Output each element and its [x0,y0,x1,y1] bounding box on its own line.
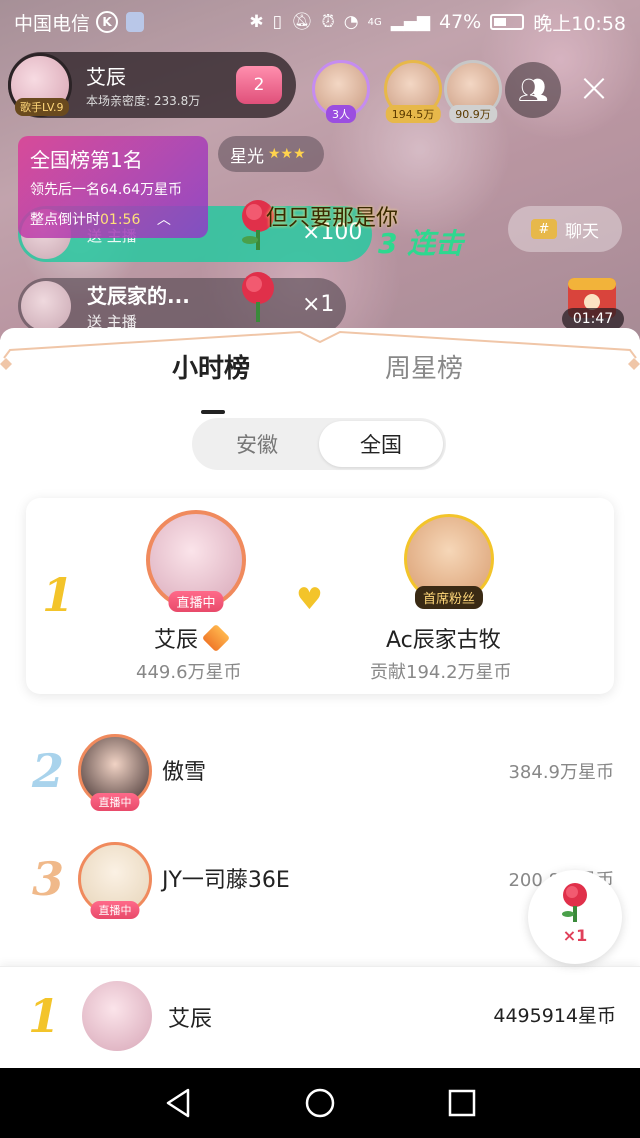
gift-quantity: ×1 [562,926,588,945]
rank-card-countdown: 整点倒计时01:56 ︿ [30,209,196,229]
streamer-name: JY一司藤36E [162,868,290,893]
gift-multiplier: ×1 [302,292,335,317]
people-icon: 👥︎ [517,76,549,104]
network-type: 4G [367,16,382,28]
host-name: 艾辰 [86,65,126,89]
rank-number: 3 [32,852,65,906]
streamer-avatar[interactable]: 直播中 [78,734,152,811]
tab-weekly-star[interactable]: 周星榜 [385,348,463,385]
heart-count: 2 [253,75,265,95]
streamer-coins: 384.9万星币 [508,762,614,783]
tab-underline [201,410,225,414]
close-icon[interactable]: × [574,68,614,108]
gift-banner: 艾辰家的... 送 主播 [18,278,346,334]
chevron-up-icon[interactable]: ︿ [157,212,171,228]
my-avatar[interactable] [82,981,152,1051]
rank-number: 1 [28,989,61,1043]
hash-icon: # [531,219,557,239]
top-fan-badge: 首席粉丝 [414,586,484,609]
battery-percent: 47% [439,11,482,33]
send-gift-button[interactable]: ×1 [528,870,622,964]
recents-icon[interactable] [445,1086,479,1120]
countdown-time: 01:56 [100,212,141,228]
viewer-count: 3人 [326,105,356,123]
home-icon[interactable] [303,1086,337,1120]
rose-gift-icon [242,272,274,322]
clock: 晚上10:58 [533,12,626,35]
chat-button[interactable]: # 聊天 [508,206,622,252]
battery-icon [490,14,525,30]
top-rank-card[interactable]: 1 直播中 艾辰 449.6万星币 ♥ 首席粉丝 Ac辰家古牧 贡献194.2万… [26,498,614,694]
live-badge: 直播中 [90,901,140,919]
live-badge: 直播中 [168,591,224,612]
viewer-avatar[interactable]: 194.5万 [384,60,442,123]
wifi-icon: ◔ [343,12,359,32]
rose-icon [562,883,587,922]
host-name-text: 艾辰 [154,628,199,653]
top-fan-avatar[interactable]: 首席粉丝 [404,514,494,609]
carrier-k-icon: K [96,11,119,33]
list-item[interactable]: 2 直播中 傲雪 384.9万星币 [0,724,640,824]
chat-button-label: 聊天 [565,221,599,242]
top-fan-name: Ac辰家古牧 [386,628,501,653]
host-avatar[interactable]: 直播中 [146,510,246,612]
host-info-pill[interactable]: 歌手LV.9 艾辰 本场亲密度: 233.8万 2 [8,52,296,118]
treasure-timer: 01:47 [562,308,624,330]
alarm-icon: ⏰︎ [321,12,335,32]
rank-card[interactable]: 全国榜第1名 领先后一名64.64万星币 整点倒计时01:56 ︿ [18,136,208,238]
region-toggle: 安徽 全国 [192,418,446,470]
my-rank-row[interactable]: 1 艾辰 4495914星币 [0,966,640,1068]
ranking-tabs: 小时榜 周星榜 [0,348,640,414]
live-badge: 直播中 [90,793,140,811]
streamer-name: 傲雪 [162,760,207,785]
countdown-label: 整点倒计时 [30,212,100,228]
host-level-badge: 歌手LV.9 [15,98,69,116]
vibrate-icon: ▯ [272,12,282,32]
starlight-label: 星光 [230,146,264,167]
rank-number: 2 [32,744,65,798]
host-name: 艾辰 [154,622,231,654]
viewer-contribution: 194.5万 [385,105,441,123]
viewer-avatar[interactable]: 90.9万 [444,60,502,123]
starlight-badge[interactable]: 星光 ★★★ [218,136,324,172]
bluetooth-icon: ✱ [249,12,264,32]
region-option-anhui[interactable]: 安徽 [195,421,319,467]
host-avatar[interactable]: 歌手LV.9 [8,53,72,117]
rank-number: 1 [42,568,75,622]
region-option-national[interactable]: 全国 [319,421,443,467]
lyric-text: 但只要那是你 [266,206,399,231]
system-nav-bar [0,1068,640,1138]
viewer-avatar[interactable]: 3人 [312,60,370,123]
gifter-name: 艾辰家的... [87,284,190,308]
host-coins: 449.6万星币 [136,662,242,683]
back-icon[interactable] [162,1086,196,1120]
status-bar: 中国电信 K ✱ ▯ 🔕︎ ⏰︎ ◔ 4G ▂▄▆ 47% 晚上10:58 [0,0,640,44]
intimacy-heart-icon[interactable]: 2 [236,66,282,104]
audience-list-button[interactable]: 👥︎ [505,62,561,118]
host-intimacy: 本场亲密度: 233.8万 [86,94,201,108]
rank-card-title: 全国榜第1名 [30,148,143,172]
top-fan-contribution: 贡献194.2万星币 [370,662,512,683]
viewer-contribution: 90.9万 [449,105,497,123]
shield-icon [126,12,145,32]
rank-card-lead: 领先后一名64.64万星币 [30,182,183,198]
ranking-sheet: 小时榜 周星榜 安徽 全国 1 直播中 艾辰 449.6万星币 ♥ 首席粉丝 A… [0,328,640,1068]
streamer-avatar[interactable]: 直播中 [78,842,152,919]
gifter-avatar [21,281,71,331]
mute-icon: 🔕︎ [290,12,313,32]
my-name: 艾辰 [168,1007,213,1032]
star-icon: ★★★ [268,146,306,162]
carrier-label: 中国电信 [14,12,91,35]
my-coins: 4495914星币 [493,1005,616,1027]
diamond-icon [201,623,231,653]
hearts-icon: ♥ [296,582,323,617]
signal-icon: ▂▄▆ [390,12,430,32]
tab-hourly[interactable]: 小时榜 [172,348,250,385]
